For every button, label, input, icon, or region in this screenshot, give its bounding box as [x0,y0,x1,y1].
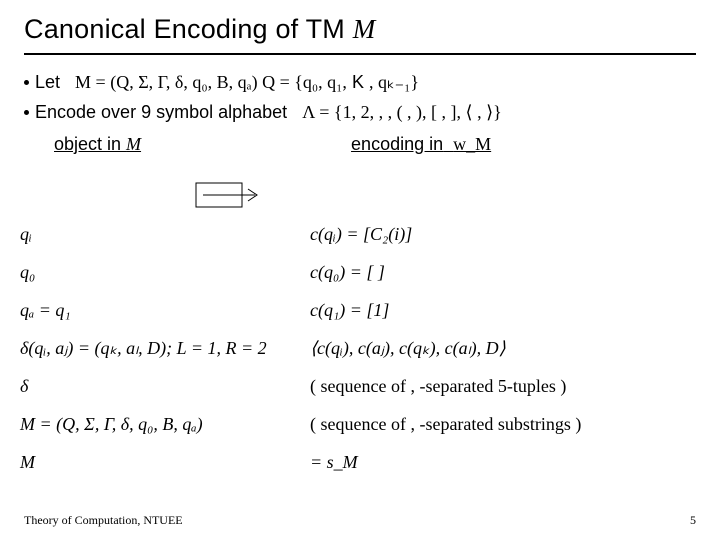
row-right: = s_M [310,452,700,473]
row-left: M [20,452,310,473]
col1-header: object in M [54,131,141,159]
column-headers: object in M encoding in w_M [24,131,696,159]
row-right: ⟨c(qᵢ), c(aⱼ), c(qₖ), c(aₗ), D⟩ [310,338,700,359]
bullet-2: Encode over 9 symbol alphabet Λ = {1, 2,… [24,99,696,127]
arrow-icon [195,182,265,208]
col2-header-tail: w_M [453,134,491,154]
bullet-2-math: Λ = {1, 2, , , ( , ), [ , ], ⟨ , ⟩} [302,102,502,122]
table-row: q₀ c(q₀) = [ ] [20,253,700,291]
table-row: δ(qᵢ, aⱼ) = (qₖ, aₗ, D); L = 1, R = 2 ⟨c… [20,329,700,367]
bullet-1-math-tail: , qₖ₋₁} [369,72,419,92]
bullet-1-text: Let [35,72,60,92]
row-left: δ [20,376,310,397]
col2-header-text: encoding in [351,134,443,154]
bullet-list: Let M = (Q, Σ, Γ, δ, q₀, B, qₐ) Q = {q₀,… [24,69,696,159]
row-left: M = (Q, Σ, Γ, δ, q₀, B, qₐ) [20,414,310,435]
row-right: c(q₁) = [1] [310,300,700,321]
bullet-1-content: Let M = (Q, Σ, Γ, δ, q₀, B, qₐ) Q = {q₀,… [35,69,419,97]
col1-header-text: object in [54,134,126,154]
row-right: ( sequence of , -separated 5-tuples ) [310,376,700,397]
row-right: ( sequence of , -separated substrings ) [310,414,700,435]
footer-left: Theory of Computation, NTUEE [24,513,183,528]
col2-header: encoding in w_M [351,131,491,159]
col1-header-M: M [126,134,141,154]
row-right: c(q₀) = [ ] [310,262,700,283]
slide: Canonical Encoding of TM M Let M = (Q, Σ… [0,0,720,540]
row-right: c(qᵢ) = [C₂(i)] [310,224,700,245]
bullet-1-K: K [352,72,364,92]
row-left: qᵢ [20,224,310,245]
footer: Theory of Computation, NTUEE 5 [24,513,696,528]
table-row: M = s_M [20,443,700,481]
bullet-1-math: M = (Q, Σ, Γ, δ, q₀, B, qₐ) Q = {q₀, q₁, [75,72,347,92]
slide-title: Canonical Encoding of TM M [24,14,696,55]
row-left: qₐ = q₁ [20,300,310,321]
bullet-dot-icon [24,110,29,115]
bullet-2-content: Encode over 9 symbol alphabet Λ = {1, 2,… [35,99,502,127]
table-row: δ ( sequence of , -separated 5-tuples ) [20,367,700,405]
table-row: M = (Q, Σ, Γ, δ, q₀, B, qₐ) ( sequence o… [20,405,700,443]
table-row: qᵢ c(qᵢ) = [C₂(i)] [20,215,700,253]
bullet-2-text: Encode over 9 symbol alphabet [35,102,287,122]
bullet-1: Let M = (Q, Σ, Γ, δ, q₀, B, qₐ) Q = {q₀,… [24,69,696,97]
title-text: Canonical Encoding of TM [24,14,353,44]
row-left: q₀ [20,262,310,283]
row-left: δ(qᵢ, aⱼ) = (qₖ, aₗ, D); L = 1, R = 2 [20,338,310,359]
page-number: 5 [690,513,696,528]
encoding-table: qᵢ c(qᵢ) = [C₂(i)] q₀ c(q₀) = [ ] qₐ = q… [20,215,700,481]
bullet-dot-icon [24,80,29,85]
table-row: qₐ = q₁ c(q₁) = [1] [20,291,700,329]
title-M: M [353,14,376,44]
